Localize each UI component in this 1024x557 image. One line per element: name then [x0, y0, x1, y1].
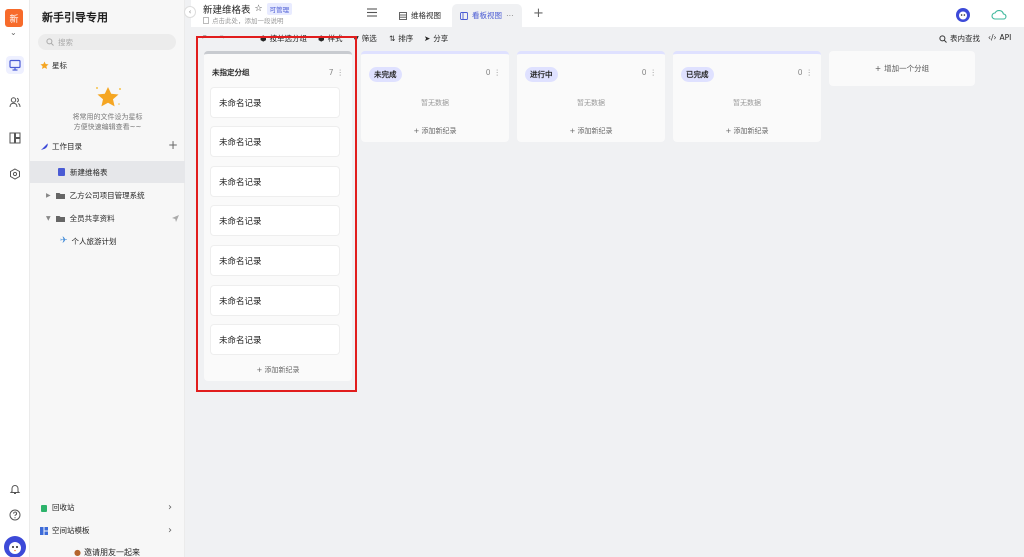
kanban-card[interactable]: 未命名记录 — [211, 127, 339, 156]
add-record-button[interactable]: + 添加新纪录 — [517, 126, 665, 136]
column-count: 0 ⋮ — [486, 68, 501, 77]
filter-button[interactable]: ▼ 筛选 — [353, 33, 377, 44]
collapse-sidebar-button[interactable]: ‹ — [184, 6, 196, 18]
search-placeholder: 搜索 — [58, 37, 73, 47]
tab-kanban-view[interactable]: 看板视图 ⋯ — [452, 4, 522, 27]
count-value: 7 — [328, 68, 334, 77]
add-group-label: 增加一个分组 — [884, 64, 930, 73]
tab-label: 看板视图 — [472, 11, 502, 20]
space-title: 新手引导专用 — [42, 11, 108, 24]
send-icon: ➤ — [424, 34, 431, 43]
column-count: 0 ⋮ — [642, 68, 657, 77]
search-input[interactable]: 搜索 — [38, 34, 176, 50]
share-label: 分享 — [433, 34, 449, 43]
kanban-column-unassigned: 未指定分组 7 ⋮ 未命名记录 未命名记录 未命名记录 未命名记录 未命名记录 未… — [204, 51, 352, 381]
kanban-view-icon — [460, 11, 468, 20]
grid-view-icon — [399, 11, 407, 20]
undo-icon[interactable]: ↶ — [201, 33, 207, 42]
group-by-button[interactable]: ⬢ 按单选分组 — [260, 33, 307, 44]
column-title[interactable]: 已完成 — [681, 67, 714, 82]
column-count: 7 ⋮ — [329, 68, 344, 77]
group-icon: ⬢ — [260, 34, 267, 43]
code-icon: ‹/› — [988, 33, 997, 42]
sort-icon: ⇅ — [389, 34, 396, 43]
column-title-wrap: 已完成 — [681, 67, 714, 82]
column-title[interactable]: 未完成 — [369, 67, 402, 82]
find-label: 表内查找 — [950, 34, 980, 43]
collaborator-avatar[interactable] — [956, 8, 970, 24]
kanban-board: 未指定分组 7 ⋮ 未命名记录 未命名记录 未命名记录 未命名记录 未命名记录 未… — [0, 49, 1024, 557]
share-button[interactable]: ➤ 分享 — [424, 33, 448, 44]
sort-label: 排序 — [398, 34, 414, 43]
add-record-button[interactable]: + 添加新纪录 — [204, 365, 352, 375]
add-record-label: 添加新纪录 — [577, 127, 613, 135]
permission-badge: 可管理 — [266, 3, 293, 15]
more-vertical-icon[interactable]: ⋮ — [494, 68, 502, 77]
style-button[interactable]: ⬢ 样式 — [318, 33, 343, 44]
style-icon: ⬢ — [318, 34, 325, 43]
style-label: 样式 — [327, 34, 343, 43]
search-icon — [46, 38, 54, 46]
menu-icon[interactable] — [367, 8, 377, 19]
kanban-column-completed: 已完成 0 ⋮ 暂无数据 + 添加新纪录 — [673, 51, 821, 142]
column-title-wrap: 未完成 — [369, 67, 402, 82]
description-text: 点击此处，添加一段说明 — [212, 17, 284, 25]
cloud-icon[interactable] — [991, 9, 1007, 22]
count-value: 0 — [641, 68, 647, 77]
header: 新建维格表 ☆ 可管理 点击此处，添加一段说明 维格视图 看板视图 ⋯ + — [191, 0, 1024, 27]
add-group-button[interactable]: + 增加一个分组 — [829, 51, 975, 86]
empty-label: 暂无数据 — [577, 99, 605, 107]
count-value: 0 — [485, 68, 491, 77]
tab-grid-view[interactable]: 维格视图 — [391, 4, 449, 27]
add-record-label: 添加新纪录 — [733, 127, 769, 135]
column-title-wrap: 进行中 — [525, 67, 558, 82]
column-count: 0 ⋮ — [798, 68, 813, 77]
kanban-card[interactable]: 未命名记录 — [211, 206, 339, 235]
more-icon[interactable]: ⋯ — [506, 11, 514, 20]
chevron-down-icon[interactable]: ⌄ — [10, 28, 17, 37]
view-toolbar: ↶ ↷ ⬢ 按单选分组 ⬢ 样式 ▼ 筛选 ⇅ 排序 ➤ 分享 表内查找 ‹/› API — [191, 27, 1024, 49]
search-icon — [939, 34, 947, 43]
add-record-button[interactable]: + 添加新纪录 — [361, 126, 509, 136]
sort-button[interactable]: ⇅ 排序 — [389, 33, 413, 44]
space-logo[interactable]: 新 — [5, 9, 23, 27]
filter-icon: ▼ — [353, 34, 359, 43]
count-value: 0 — [797, 68, 803, 77]
description-icon — [203, 16, 209, 24]
group-by-label: 按单选分组 — [269, 34, 308, 43]
more-vertical-icon[interactable]: ⋮ — [806, 68, 814, 77]
filter-label: 筛选 — [361, 34, 377, 43]
find-in-table-button[interactable]: 表内查找 — [939, 33, 980, 44]
kanban-card[interactable]: 未命名记录 — [211, 286, 339, 315]
empty-label: 暂无数据 — [733, 99, 761, 107]
more-vertical-icon[interactable]: ⋮ — [337, 68, 345, 77]
add-record-button[interactable]: + 添加新纪录 — [673, 126, 821, 136]
kanban-card[interactable]: 未命名记录 — [211, 246, 339, 275]
add-record-label: 添加新纪录 — [264, 366, 300, 374]
add-view-icon[interactable]: + — [533, 6, 544, 21]
add-record-label: 添加新纪录 — [421, 127, 457, 135]
star-outline-icon[interactable]: ☆ — [255, 4, 263, 14]
doc-title-row: 新建维格表 ☆ 可管理 — [203, 2, 293, 16]
tab-label: 维格视图 — [411, 11, 441, 20]
doc-description[interactable]: 点击此处，添加一段说明 — [203, 15, 284, 25]
kanban-card[interactable]: 未命名记录 — [211, 325, 339, 354]
kanban-column-in-progress: 进行中 0 ⋮ 暂无数据 + 添加新纪录 — [517, 51, 665, 142]
empty-label: 暂无数据 — [421, 99, 449, 107]
doc-title[interactable]: 新建维格表 — [203, 2, 251, 16]
kanban-column-uncompleted: 未完成 0 ⋮ 暂无数据 + 添加新纪录 — [361, 51, 509, 142]
api-label: API — [999, 33, 1012, 42]
kanban-card[interactable]: 未命名记录 — [211, 167, 339, 196]
column-title[interactable]: 进行中 — [525, 67, 558, 82]
api-button[interactable]: ‹/› API — [988, 33, 1011, 42]
redo-icon[interactable]: ↷ — [219, 33, 225, 42]
kanban-card[interactable]: 未命名记录 — [211, 88, 339, 117]
more-vertical-icon[interactable]: ⋮ — [650, 68, 658, 77]
column-title[interactable]: 未指定分组 — [212, 67, 250, 78]
